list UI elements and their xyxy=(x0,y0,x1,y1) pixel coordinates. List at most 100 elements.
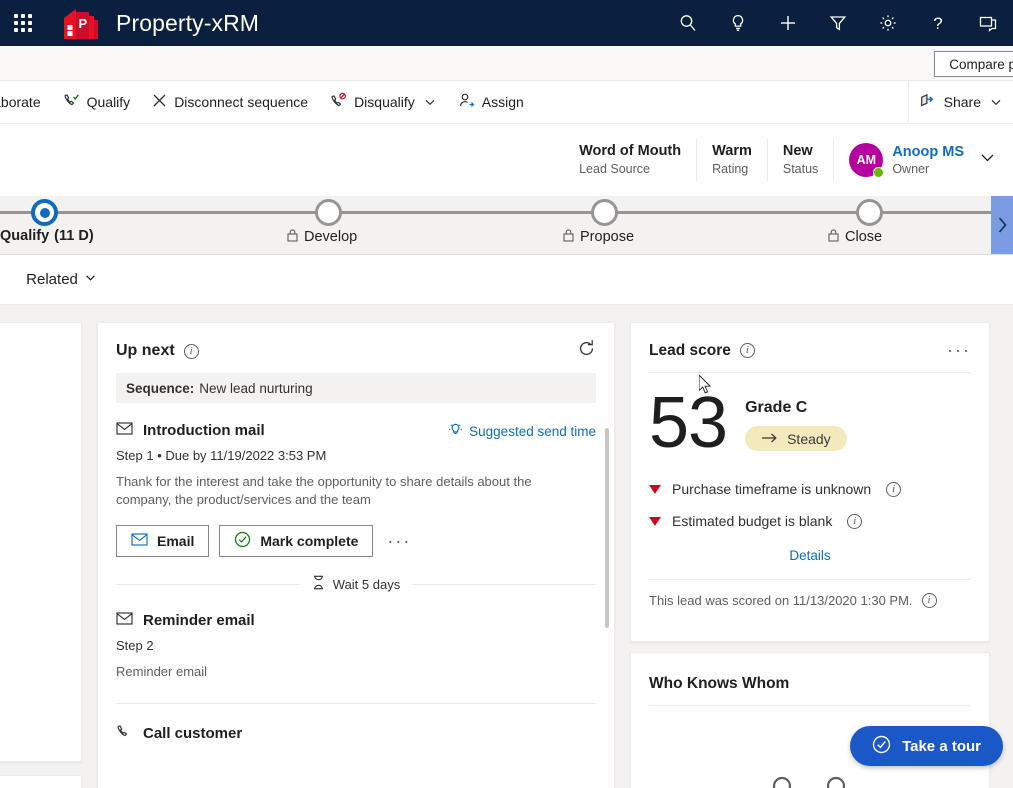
process-stage-label: Propose xyxy=(562,228,634,246)
app-launcher-icon[interactable] xyxy=(0,0,46,46)
header-field-value: Warm xyxy=(712,143,752,159)
command-disqualify[interactable]: Disqualify xyxy=(319,81,447,123)
refresh-icon[interactable] xyxy=(577,339,596,363)
take-a-tour-label: Take a tour xyxy=(902,737,981,755)
process-stage-node[interactable] xyxy=(315,199,342,226)
more-ellipsis-icon[interactable]: ··· xyxy=(947,340,971,361)
command-label: Disqualify xyxy=(354,94,415,110)
process-stage-node-active[interactable] xyxy=(31,199,58,226)
process-stage-label: Qualify (11 D) xyxy=(0,228,94,244)
suggested-send-time-label: Suggested send time xyxy=(469,423,596,439)
command-share[interactable]: Share xyxy=(909,81,1013,123)
sequence-step-call-customer: Call customer xyxy=(116,704,596,744)
command-qualify[interactable]: Qualify xyxy=(52,81,142,123)
compare-button[interactable]: Compare p xyxy=(934,51,1013,77)
sequence-name: New lead nurturing xyxy=(199,380,313,396)
button-label: Mark complete xyxy=(260,533,359,549)
process-stage-node[interactable] xyxy=(591,199,618,226)
search-icon[interactable] xyxy=(663,0,713,46)
command-disconnect-sequence[interactable]: Disconnect sequence xyxy=(141,81,319,123)
presence-available-icon xyxy=(873,167,885,178)
step-subtitle: Step 1 • Due by 11/19/2022 3:53 PM xyxy=(116,448,327,463)
stage-label-text: Close xyxy=(845,229,883,245)
lead-score-value: 53 xyxy=(649,383,728,463)
assign-person-icon xyxy=(458,92,475,112)
command-assign[interactable]: Assign xyxy=(447,81,535,123)
insights-lightbulb-icon[interactable] xyxy=(713,0,763,46)
topbar-icon-group: ? xyxy=(663,0,1013,46)
wait-divider-row: Wait 5 days xyxy=(116,575,596,593)
check-circle-icon xyxy=(872,735,891,758)
lead-score-details-link[interactable]: Details xyxy=(631,548,989,563)
sequence-step-introduction-mail: Introduction mail Suggested send time St… xyxy=(116,403,596,593)
chevron-down-icon[interactable] xyxy=(84,271,97,288)
command-label: Assign xyxy=(481,94,524,110)
step-title: Reminder email xyxy=(143,612,255,629)
info-icon[interactable]: i xyxy=(183,343,199,359)
secondary-strip: Compare p xyxy=(0,46,1013,81)
tab-related[interactable]: Related xyxy=(12,255,111,304)
close-x-icon xyxy=(152,93,167,111)
info-icon[interactable]: i xyxy=(886,481,902,497)
tab-label: Related xyxy=(26,271,78,288)
step-title-row: Reminder email xyxy=(116,612,596,629)
chevron-down-icon[interactable] xyxy=(990,96,1002,108)
owner-name[interactable]: Anoop MS xyxy=(892,143,964,161)
mark-complete-button[interactable]: Mark complete xyxy=(219,525,374,557)
main-content-area: Up next i Sequence: New lead nurturing I… xyxy=(0,305,1013,788)
step-action-row: Email Mark complete ··· xyxy=(116,525,596,557)
sequence-step-reminder-email: Reminder email Step 2 Reminder email xyxy=(116,593,596,704)
command-label: Disconnect sequence xyxy=(174,94,309,110)
button-label: Email xyxy=(157,533,195,549)
process-next-stage-button[interactable] xyxy=(991,196,1013,254)
info-icon[interactable]: i xyxy=(921,593,937,608)
header-field-rating: Warm Rating xyxy=(696,139,767,181)
avatar-initials: AM xyxy=(856,153,877,167)
step-title-row: Call customer xyxy=(116,723,596,744)
chevron-down-icon[interactable] xyxy=(978,148,997,172)
up-next-card: Up next i Sequence: New lead nurturing I… xyxy=(97,322,615,788)
header-field-owner[interactable]: AM Anoop MS Owner xyxy=(833,139,964,181)
more-ellipsis-icon[interactable]: ··· xyxy=(383,531,415,552)
lead-score-card: Lead score i ··· 53 Grade C Steady Purch… xyxy=(630,322,990,642)
step-description: Thank for the interest and take the oppo… xyxy=(116,474,532,507)
step-title: Call customer xyxy=(143,725,243,742)
filter-funnel-icon[interactable] xyxy=(813,0,863,46)
header-field-label: Rating xyxy=(712,162,749,176)
help-question-icon[interactable]: ? xyxy=(913,0,963,46)
svg-text:?: ? xyxy=(933,14,942,33)
feedback-chat-icon[interactable] xyxy=(963,0,1013,46)
lead-score-trend-badge: Steady xyxy=(745,426,847,451)
lead-score-title: Lead score xyxy=(649,341,731,359)
chevron-down-icon[interactable] xyxy=(424,96,436,108)
process-stage-node[interactable] xyxy=(856,199,883,226)
reason-text: Estimated budget is blank xyxy=(672,513,833,529)
suggested-send-time-link[interactable]: Suggested send time xyxy=(448,422,596,440)
record-tab-bar: ils Related xyxy=(0,255,1013,305)
app-title: Property-xRM xyxy=(116,9,260,36)
command-collaborate[interactable]: Collaborate xyxy=(0,81,52,123)
step-description: Reminder email xyxy=(116,664,208,679)
phone-icon xyxy=(116,723,133,744)
quick-create-plus-icon[interactable] xyxy=(763,0,813,46)
lock-icon xyxy=(286,228,299,246)
mail-icon xyxy=(131,533,148,549)
tab-details-clipped[interactable]: ils xyxy=(0,255,12,304)
divider-line xyxy=(116,583,300,585)
business-process-flow: Qualify (11 D) Develop Propose Close xyxy=(0,196,1013,255)
email-button[interactable]: Email xyxy=(116,525,210,557)
info-icon[interactable]: i xyxy=(847,513,863,529)
sequence-bar: Sequence: New lead nurturing xyxy=(116,373,596,403)
process-stage-label: Close xyxy=(827,228,882,246)
sequence-prefix-label: Sequence: xyxy=(126,380,195,396)
trend-label: Steady xyxy=(787,430,831,447)
settings-gear-icon[interactable] xyxy=(863,0,913,46)
share-icon xyxy=(920,92,937,112)
info-icon[interactable]: i xyxy=(739,343,755,358)
lead-score-reason: Purchase timeframe is unknown i xyxy=(631,481,989,497)
take-a-tour-button[interactable]: Take a tour xyxy=(850,726,1003,766)
up-next-scrollbar-thumb[interactable] xyxy=(605,428,609,628)
app-root: P Property-xRM ? Compare p borate Qualif… xyxy=(0,0,1013,788)
lead-score-grade: Grade C xyxy=(745,399,808,416)
header-field-lead-source: Word of Mouth Lead Source xyxy=(564,139,696,181)
